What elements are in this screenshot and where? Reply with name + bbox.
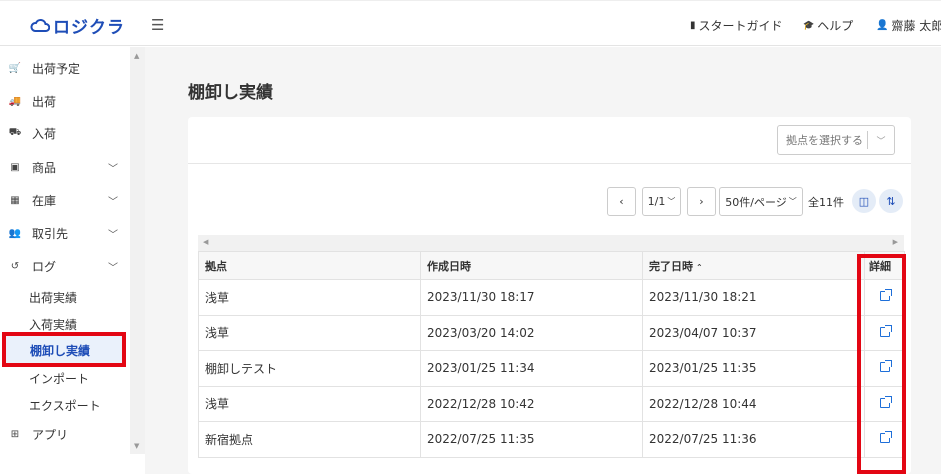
table-horizontal-scrollbar[interactable]: ◀ ▶ bbox=[198, 235, 904, 251]
table-header-row: 拠点 作成日時 完了日時 ⌃ 詳細 bbox=[198, 251, 905, 280]
col-header-completed[interactable]: 完了日時 ⌃ bbox=[642, 251, 865, 280]
dolly-icon: ⛟ bbox=[8, 126, 22, 138]
sort-order-icon[interactable]: ⇅ bbox=[879, 189, 903, 213]
table-row: 浅草 2023/11/30 18:17 2023/11/30 18:21 bbox=[198, 279, 905, 316]
cell-location: 浅草 bbox=[198, 314, 421, 351]
chevron-right-icon: › bbox=[699, 195, 704, 208]
cell-completed: 2023/04/07 10:37 bbox=[642, 314, 865, 351]
sidebar-sub-shipping-results[interactable]: 出荷実績 bbox=[29, 289, 77, 306]
prev-page-button[interactable]: ‹ bbox=[607, 187, 636, 216]
cart-icon: 🛒 bbox=[8, 62, 22, 74]
sidebar-item-log[interactable]: ↺ ログ ﹀ bbox=[0, 254, 130, 278]
sidebar-item-products[interactable]: ▣ 商品 ﹀ bbox=[0, 155, 130, 179]
scroll-down-arrow-icon[interactable]: ▼ bbox=[134, 442, 139, 450]
logo-text: ロジクラ bbox=[53, 17, 125, 38]
results-card: 拠点を選択する ﹀ ‹ 1/1 ﹀ › 50件/ページ ﹀ 全11件 ◫ ⇅ ◀… bbox=[188, 117, 911, 474]
col-header-location[interactable]: 拠点 bbox=[198, 251, 421, 280]
chevron-left-icon: ‹ bbox=[619, 195, 624, 208]
help-link[interactable]: 🎓 ヘルプ bbox=[803, 17, 853, 34]
boxes-icon: ▦ bbox=[10, 194, 20, 206]
scroll-right-arrow-icon[interactable]: ▶ bbox=[893, 238, 898, 246]
sidebar-sub-export[interactable]: エクスポート bbox=[29, 397, 101, 414]
column-settings-icon[interactable]: ◫ bbox=[852, 189, 876, 213]
cell-location: 棚卸しテスト bbox=[198, 350, 421, 387]
user-icon: 👤 bbox=[876, 20, 889, 31]
sidebar-item-shipping[interactable]: 🚚 出荷 bbox=[0, 89, 130, 113]
sidebar: 🛒 出荷予定 🚚 出荷 ⛟ 入荷 ▣ 商品 ﹀ ▦ 在庫 ﹀ 👥 取引先 ﹀ ↺… bbox=[0, 47, 145, 474]
app-header: ロジクラ ☰ ▮ スタートガイド 🎓 ヘルプ 👤 齋藤 太郎 bbox=[0, 0, 941, 46]
main-content: 棚卸し実績 拠点を選択する ﹀ ‹ 1/1 ﹀ › 50件/ページ ﹀ 全11件… bbox=[145, 47, 941, 474]
cell-completed: 2023/11/30 18:21 bbox=[642, 279, 865, 316]
next-page-button[interactable]: › bbox=[687, 187, 716, 216]
cell-created: 2023/03/20 14:02 bbox=[420, 314, 643, 351]
page-select[interactable]: 1/1 ﹀ bbox=[642, 187, 681, 216]
menu-toggle-icon[interactable]: ☰ bbox=[151, 16, 164, 34]
cell-completed: 2022/07/25 11:36 bbox=[642, 421, 865, 458]
start-guide-link[interactable]: ▮ スタートガイド bbox=[690, 17, 783, 34]
cell-created: 2023/01/25 11:34 bbox=[420, 350, 643, 387]
plus-square-icon: ⊞ bbox=[10, 428, 20, 440]
sidebar-scrollbar[interactable]: ▲ ▼ bbox=[130, 47, 145, 454]
per-page-select[interactable]: 50件/ページ ﹀ bbox=[719, 187, 803, 216]
page-title: 棚卸し実績 bbox=[188, 83, 273, 103]
sidebar-item-partners[interactable]: 👥 取引先 ﹀ bbox=[0, 221, 130, 245]
cell-created: 2022/07/25 11:35 bbox=[420, 421, 643, 458]
chevron-down-icon: ﹀ bbox=[876, 136, 886, 147]
sidebar-sub-receiving-results[interactable]: 入荷実績 bbox=[29, 316, 77, 333]
cell-created: 2023/11/30 18:17 bbox=[420, 279, 643, 316]
cell-completed: 2023/01/25 11:35 bbox=[642, 350, 865, 387]
user-menu[interactable]: 👤 齋藤 太郎 bbox=[876, 17, 941, 34]
table-row: 新宿拠点 2022/07/25 11:35 2022/07/25 11:36 bbox=[198, 421, 905, 458]
chevron-down-icon: ﹀ bbox=[108, 262, 118, 274]
detail-column-highlight bbox=[857, 254, 906, 474]
cloud-icon bbox=[30, 18, 50, 32]
book-icon: ▮ bbox=[690, 20, 696, 31]
scroll-left-arrow-icon[interactable]: ◀ bbox=[203, 238, 208, 246]
logo[interactable]: ロジクラ bbox=[30, 15, 125, 38]
chevron-down-icon: ﹀ bbox=[667, 197, 676, 206]
inventory-results-table: 拠点 作成日時 完了日時 ⌃ 詳細 浅草 2023/11/30 18:17 202… bbox=[198, 251, 905, 458]
total-count: 全11件 bbox=[808, 196, 844, 209]
sidebar-item-shipping-plan[interactable]: 🛒 出荷予定 bbox=[0, 56, 130, 80]
box-icon: ▣ bbox=[10, 161, 20, 173]
graduation-cap-icon: 🎓 bbox=[803, 20, 815, 31]
sidebar-sub-import[interactable]: インポート bbox=[29, 370, 89, 387]
chevron-down-icon: ﹀ bbox=[108, 196, 118, 208]
scroll-up-arrow-icon[interactable]: ▲ bbox=[134, 52, 139, 60]
history-icon: ↺ bbox=[10, 260, 20, 272]
sort-icon: ⌃ bbox=[696, 262, 703, 272]
chevron-down-icon: ﹀ bbox=[108, 163, 118, 175]
location-select[interactable]: 拠点を選択する ﹀ bbox=[777, 125, 895, 155]
cell-location: 新宿拠点 bbox=[198, 421, 421, 458]
cell-location: 浅草 bbox=[198, 279, 421, 316]
cell-created: 2022/12/28 10:42 bbox=[420, 385, 643, 422]
table-row: 棚卸しテスト 2023/01/25 11:34 2023/01/25 11:35 bbox=[198, 350, 905, 387]
sidebar-item-inventory[interactable]: ▦ 在庫 ﹀ bbox=[0, 188, 130, 212]
sidebar-item-receiving[interactable]: ⛟ 入荷 bbox=[0, 121, 130, 145]
cell-location: 浅草 bbox=[198, 385, 421, 422]
sidebar-sub-inventory-results-active[interactable]: 棚卸し実績 bbox=[2, 332, 126, 367]
chevron-down-icon: ﹀ bbox=[108, 229, 118, 241]
chevron-down-icon: ﹀ bbox=[788, 197, 797, 206]
table-row: 浅草 2022/12/28 10:42 2022/12/28 10:44 bbox=[198, 385, 905, 422]
sidebar-item-app[interactable]: ⊞ アプリ bbox=[0, 422, 130, 446]
card-header: 拠点を選択する ﹀ bbox=[188, 117, 911, 164]
table-row: 浅草 2023/03/20 14:02 2023/04/07 10:37 bbox=[198, 314, 905, 351]
col-header-created[interactable]: 作成日時 bbox=[420, 251, 643, 280]
cell-completed: 2022/12/28 10:44 bbox=[642, 385, 865, 422]
users-icon: 👥 bbox=[8, 227, 22, 239]
truck-icon: 🚚 bbox=[8, 95, 22, 107]
